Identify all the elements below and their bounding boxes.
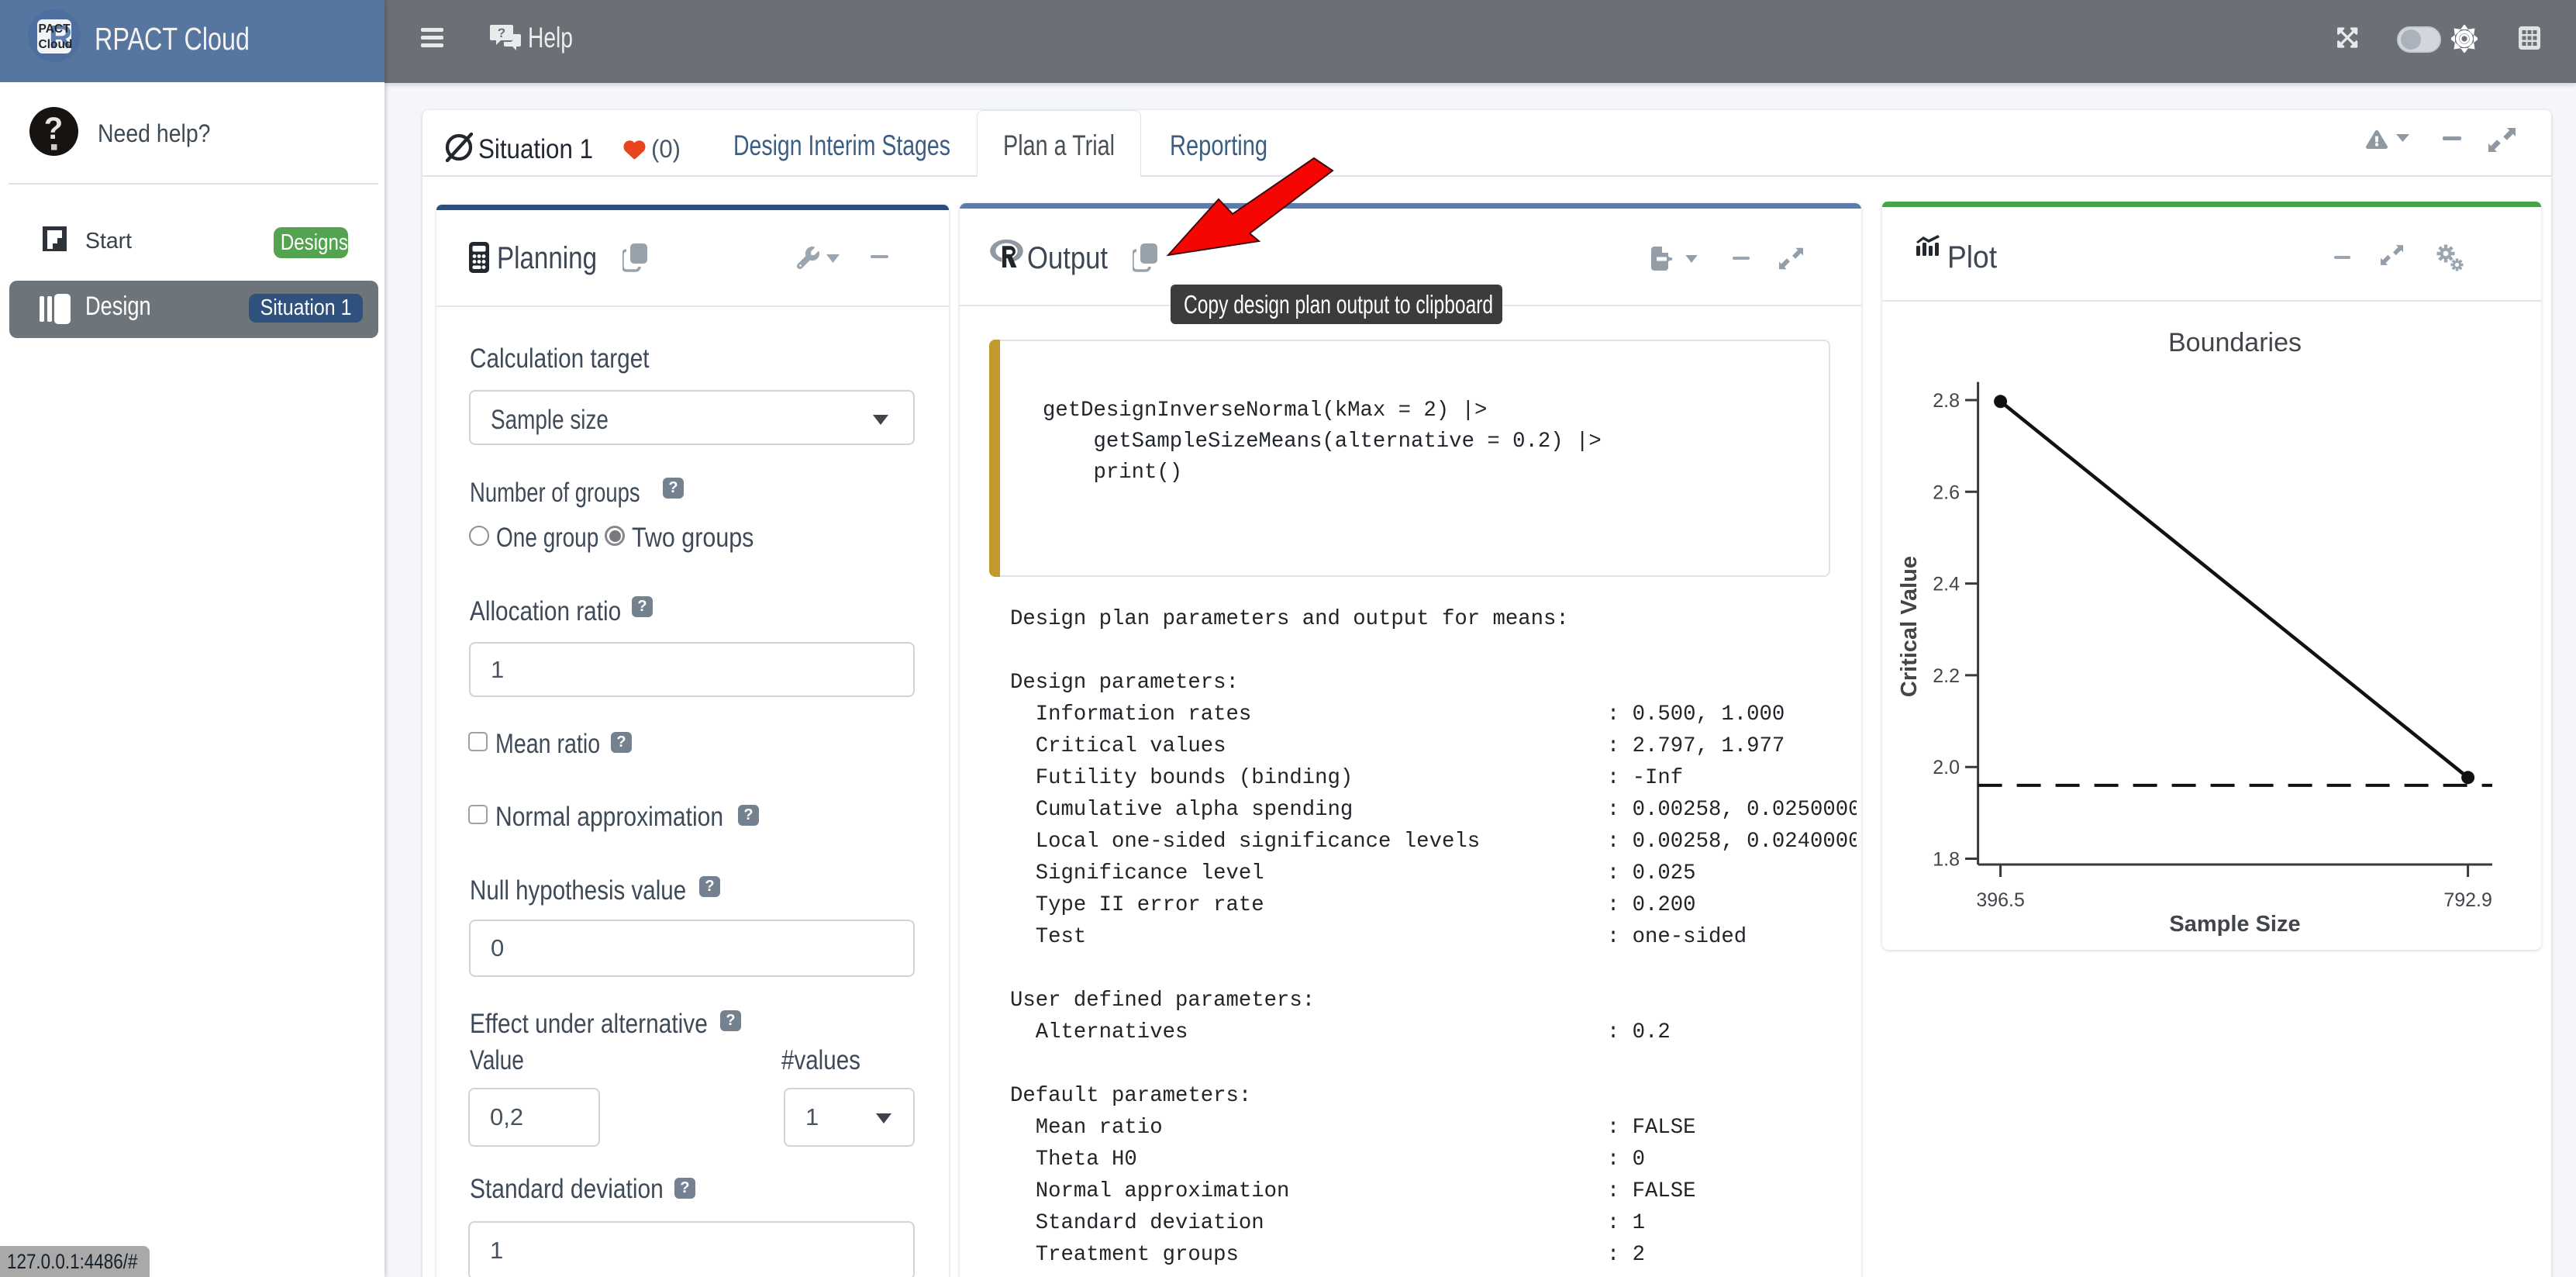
svg-text:792.9: 792.9	[2443, 889, 2492, 911]
svg-text:?: ?	[44, 112, 63, 146]
svg-text:PACT: PACT	[39, 22, 71, 36]
svg-text:2.0: 2.0	[1933, 757, 1960, 778]
svg-text:Boundaries: Boundaries	[2168, 328, 2302, 357]
svg-text:Critical Value: Critical Value	[1897, 556, 1922, 697]
svg-text:1.8: 1.8	[1933, 849, 1960, 871]
svg-text:2.4: 2.4	[1933, 574, 1960, 595]
svg-text:396.5: 396.5	[1976, 889, 2025, 911]
svg-text:Sample Size: Sample Size	[2169, 912, 2300, 937]
svg-text:2.8: 2.8	[1933, 390, 1960, 412]
svg-text:?: ?	[498, 26, 505, 40]
svg-text:2.2: 2.2	[1933, 665, 1960, 687]
svg-text:Cloud: Cloud	[39, 38, 73, 51]
svg-text:2.6: 2.6	[1933, 481, 1960, 503]
